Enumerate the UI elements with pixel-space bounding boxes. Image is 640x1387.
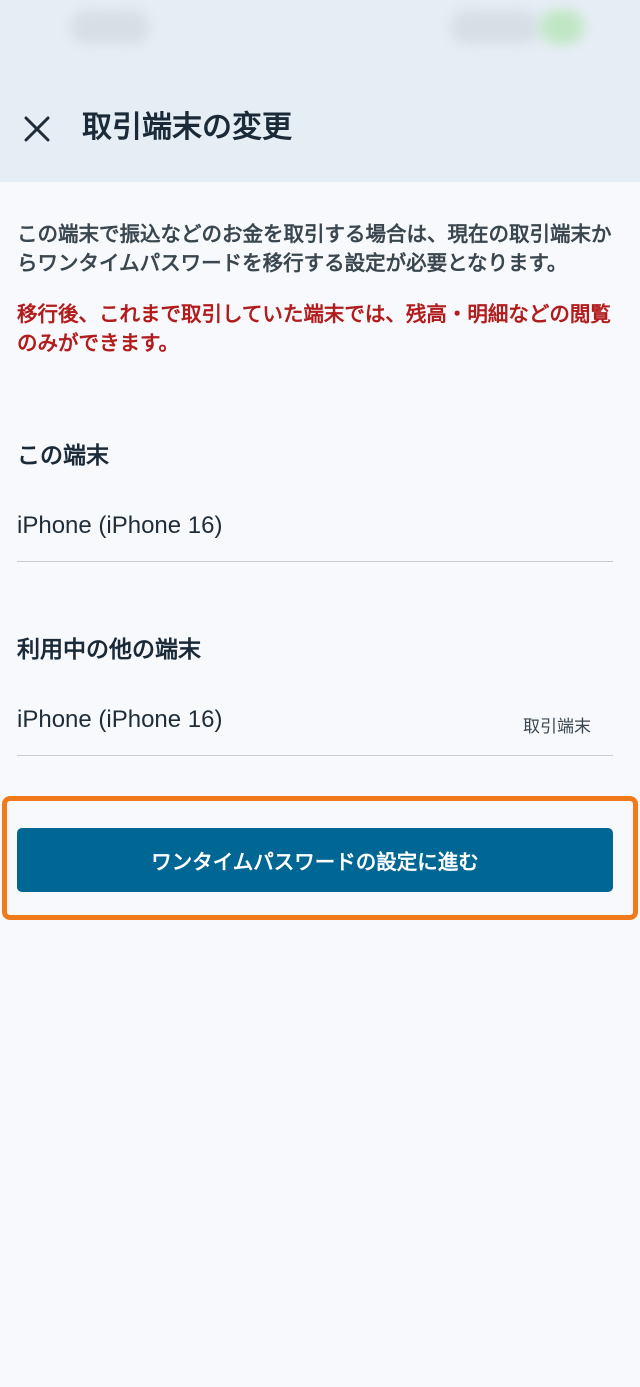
- status-bar-indicators-blurred: [450, 10, 540, 44]
- this-device-heading: この端末: [17, 443, 109, 469]
- other-device-name: iPhone (iPhone 16): [17, 706, 223, 733]
- warning-text: 移行後、これまで取引していた端末では、残高・明細などの閲覧のみができます。: [17, 302, 611, 355]
- this-device-row: iPhone (iPhone 16): [17, 500, 613, 562]
- description-text: この端末で振込などのお金を取引する場合は、現在の取引端末からワンタイムパスワード…: [17, 222, 612, 275]
- other-device-row: iPhone (iPhone 16) 取引端末: [17, 694, 613, 756]
- close-icon[interactable]: [18, 110, 56, 148]
- page-title: 取引端末の変更: [82, 110, 292, 145]
- header-bar: 取引端末の変更: [0, 0, 640, 182]
- main-content: この端末で振込などのお金を取引する場合は、現在の取引端末からワンタイムパスワード…: [17, 182, 613, 756]
- proceed-otp-setup-button[interactable]: ワンタイムパスワードの設定に進む: [17, 828, 613, 892]
- transaction-device-tag: 取引端末: [523, 717, 591, 737]
- status-bar-time-blurred: [70, 10, 150, 44]
- this-device-name: iPhone (iPhone 16): [17, 512, 223, 539]
- status-bar-battery-blurred: [540, 10, 584, 44]
- close-icon-svg: [24, 116, 50, 142]
- other-devices-heading: 利用中の他の端末: [17, 637, 201, 663]
